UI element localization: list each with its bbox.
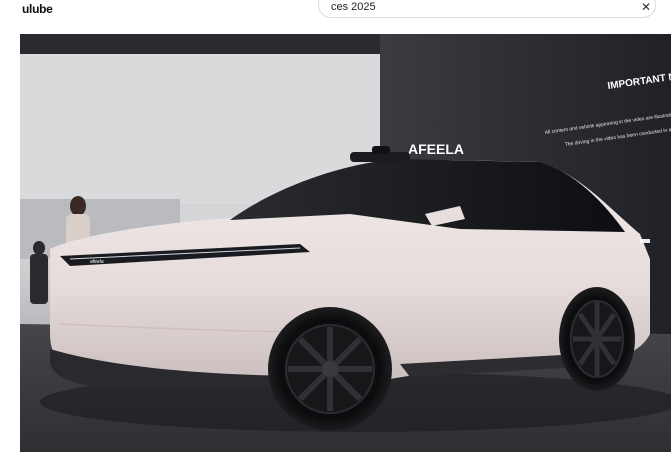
close-icon[interactable]: ✕ — [641, 0, 651, 14]
top-bar: ulube ces 2025 ✕ — [0, 0, 671, 28]
front-badge: afeela — [90, 259, 104, 265]
site-logo[interactable]: ulube — [22, 2, 53, 16]
video-frame[interactable]: AFEELA IMPORTANT NOT All content and veh… — [20, 34, 671, 452]
wall-brand-text: AFEELA — [408, 141, 464, 157]
rear-wheel — [559, 287, 635, 391]
search-box[interactable]: ces 2025 — [318, 0, 656, 18]
front-wheel — [268, 307, 392, 431]
video-thumbnail: AFEELA IMPORTANT NOT All content and veh… — [20, 34, 671, 452]
search-input[interactable]: ces 2025 — [331, 1, 376, 13]
